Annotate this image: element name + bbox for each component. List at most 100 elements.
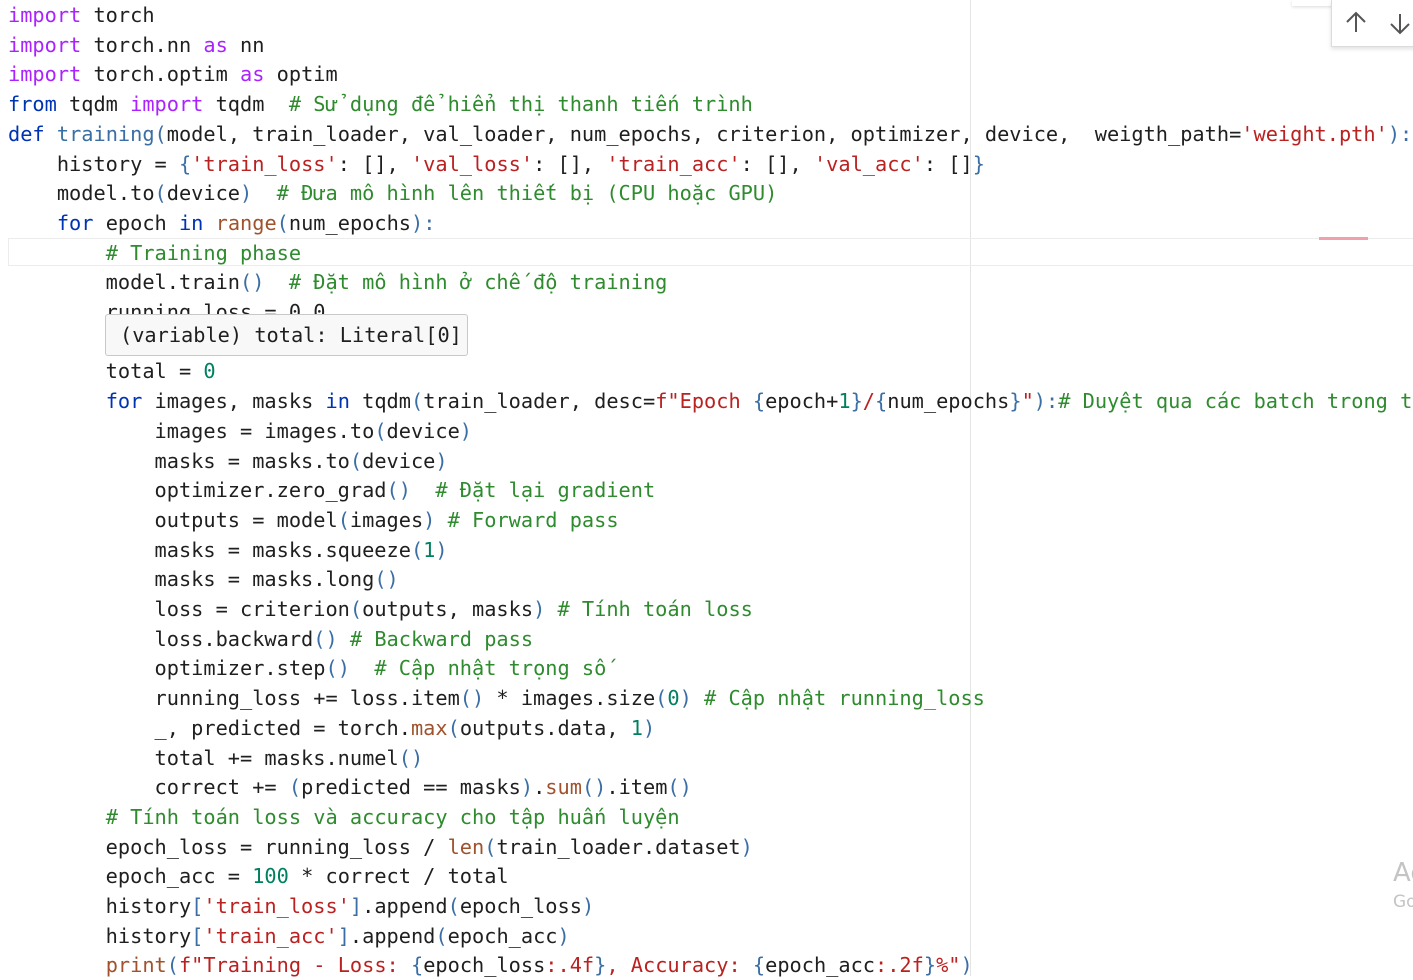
code-line[interactable]: loss.backward() # Backward pass — [8, 624, 534, 654]
move-down-button[interactable] — [1384, 8, 1413, 38]
code-line[interactable]: def training(model, train_loader, val_lo… — [8, 119, 1412, 149]
code-line[interactable]: import torch.optim as optim — [8, 59, 338, 89]
arrow-down-icon — [1390, 14, 1410, 35]
code-token: ( — [276, 210, 289, 235]
code-line[interactable]: loss = criterion(outputs, masks) # Tính … — [8, 594, 753, 624]
code-token: ) — [679, 686, 692, 711]
code-token: . — [533, 775, 546, 800]
code-token: ( — [166, 953, 179, 978]
scroll-marker — [1319, 237, 1368, 240]
code-token: torch.nn — [81, 32, 204, 57]
code-token: correct += — [8, 775, 289, 800]
code-line[interactable]: outputs = model(images) # Forward pass — [8, 505, 619, 535]
code-token: } — [1009, 389, 1022, 414]
code-token: nn — [227, 32, 265, 57]
hover-tooltip: (variable) total: Literal[0] — [105, 314, 468, 356]
watermark-line-1: Ac — [1393, 858, 1413, 888]
code-token: for — [105, 389, 143, 414]
code-token: optim — [264, 62, 338, 87]
code-token: 1 — [630, 715, 643, 740]
code-line[interactable]: running_loss += loss.item() * images.siz… — [8, 683, 985, 713]
code-line[interactable]: masks = masks.squeeze(1) — [8, 535, 448, 565]
code-token: () — [240, 270, 265, 295]
code-token: () — [386, 478, 411, 503]
code-token: () — [374, 567, 399, 592]
activation-watermark: Ac Go — [1393, 858, 1413, 918]
code-line[interactable]: # Tính toán loss và accuracy cho tập huấ… — [8, 802, 680, 832]
code-token: images = images.to — [8, 418, 375, 443]
code-token: as — [240, 62, 265, 87]
code-line[interactable]: for epoch in range(num_epochs): — [8, 208, 436, 238]
code-token: epoch_loss — [423, 953, 546, 978]
code-token: ( — [655, 686, 668, 711]
code-token: epoch_acc — [765, 953, 876, 978]
code-line[interactable]: masks = masks.long() — [8, 564, 399, 594]
code-line[interactable]: correct += (predicted == masks).sum().it… — [8, 772, 692, 802]
code-token: history — [8, 923, 192, 948]
code-token: num_epochs — [887, 389, 1010, 414]
code-line[interactable]: _, predicted = torch.max(outputs.data, 1… — [8, 713, 656, 743]
code-token: # Duyệt qua các batch trong tập — [1058, 389, 1413, 414]
code-token: epoch_loss — [459, 894, 582, 918]
code-token: loss.backward — [8, 626, 314, 651]
code-token: # Training phase — [105, 240, 302, 265]
code-line[interactable]: import torch.nn as nn — [8, 30, 264, 60]
code-line[interactable]: # Training phase — [8, 238, 301, 268]
code-token: { — [752, 953, 766, 978]
code-token: # Tính toán loss và accuracy cho tập huấ… — [105, 804, 680, 829]
code-line[interactable]: model.to(device) # Đưa mô hình lên thiết… — [8, 178, 777, 208]
code-line[interactable]: history['train_loss'].append(epoch_loss) — [8, 891, 594, 921]
code-token: } — [850, 389, 863, 414]
code-token: ) — [459, 418, 473, 443]
code-editor[interactable]: import torch import torch.nn as nn import … — [0, 0, 1413, 978]
code-line[interactable]: optimizer.zero_grad() # Đặt lại gradient — [8, 475, 656, 505]
code-token: masks = masks.squeeze — [8, 537, 411, 562]
code-token: device — [362, 448, 436, 473]
code-token: # Backward pass — [349, 626, 534, 651]
code-token: ( — [447, 894, 460, 918]
code-line[interactable]: from tqdm import tqdm # Sử dụng để hiển … — [8, 89, 753, 119]
code-token: ) — [520, 775, 534, 800]
code-token: outputs = model — [8, 507, 338, 532]
code-token: training — [56, 121, 155, 146]
code-token: # Đặt mô hình ở chế độ training — [288, 270, 668, 295]
code-token: 'train_acc' — [203, 923, 338, 948]
code-token: masks = masks.to — [8, 448, 350, 473]
code-line[interactable]: total += masks.numel() — [8, 743, 424, 773]
code-token: , Accuracy: — [606, 953, 753, 978]
code-line[interactable]: total = 0 — [8, 356, 216, 386]
code-token: ( — [410, 537, 424, 562]
code-line[interactable]: masks = masks.to(device) — [8, 446, 448, 476]
code-token: tqdm — [349, 389, 411, 414]
code-token: 'val_acc' — [813, 151, 924, 176]
code-token: ( — [154, 121, 167, 146]
code-token: epoch_acc = — [8, 864, 253, 889]
code-line[interactable]: optimizer.step() # Cập nhật trọng số — [8, 653, 607, 683]
code-token: range — [215, 210, 277, 235]
code-token: # Forward pass — [447, 507, 619, 532]
code-token: : [], — [533, 151, 607, 176]
code-line[interactable]: history['train_acc'].append(epoch_acc) — [8, 921, 570, 951]
code-token: history — [8, 894, 192, 918]
code-line[interactable]: epoch_acc = 100 * correct / total — [8, 861, 509, 891]
code-line[interactable]: epoch_loss = running_loss / len(train_lo… — [8, 832, 753, 862]
code-token: ( — [349, 597, 363, 621]
code-line[interactable]: model.train() # Đặt mô hình ở chế độ tra… — [8, 267, 668, 297]
code-line[interactable]: import torch — [8, 0, 155, 30]
code-line[interactable]: history = {'train_loss': [], 'val_loss':… — [8, 149, 985, 179]
code-token: ) — [557, 923, 570, 948]
code-token: # Cập nhật trọng số — [374, 656, 607, 681]
code-token: 0 — [667, 686, 680, 711]
code-line[interactable]: for images, masks in tqdm(train_loader, … — [8, 386, 1413, 416]
move-up-button[interactable] — [1340, 8, 1372, 38]
code-token: / — [862, 389, 876, 414]
code-token: def — [8, 121, 45, 146]
code-token: 0 — [203, 359, 216, 384]
code-line[interactable]: images = images.to(device) — [8, 416, 473, 446]
code-token: () — [581, 775, 607, 800]
